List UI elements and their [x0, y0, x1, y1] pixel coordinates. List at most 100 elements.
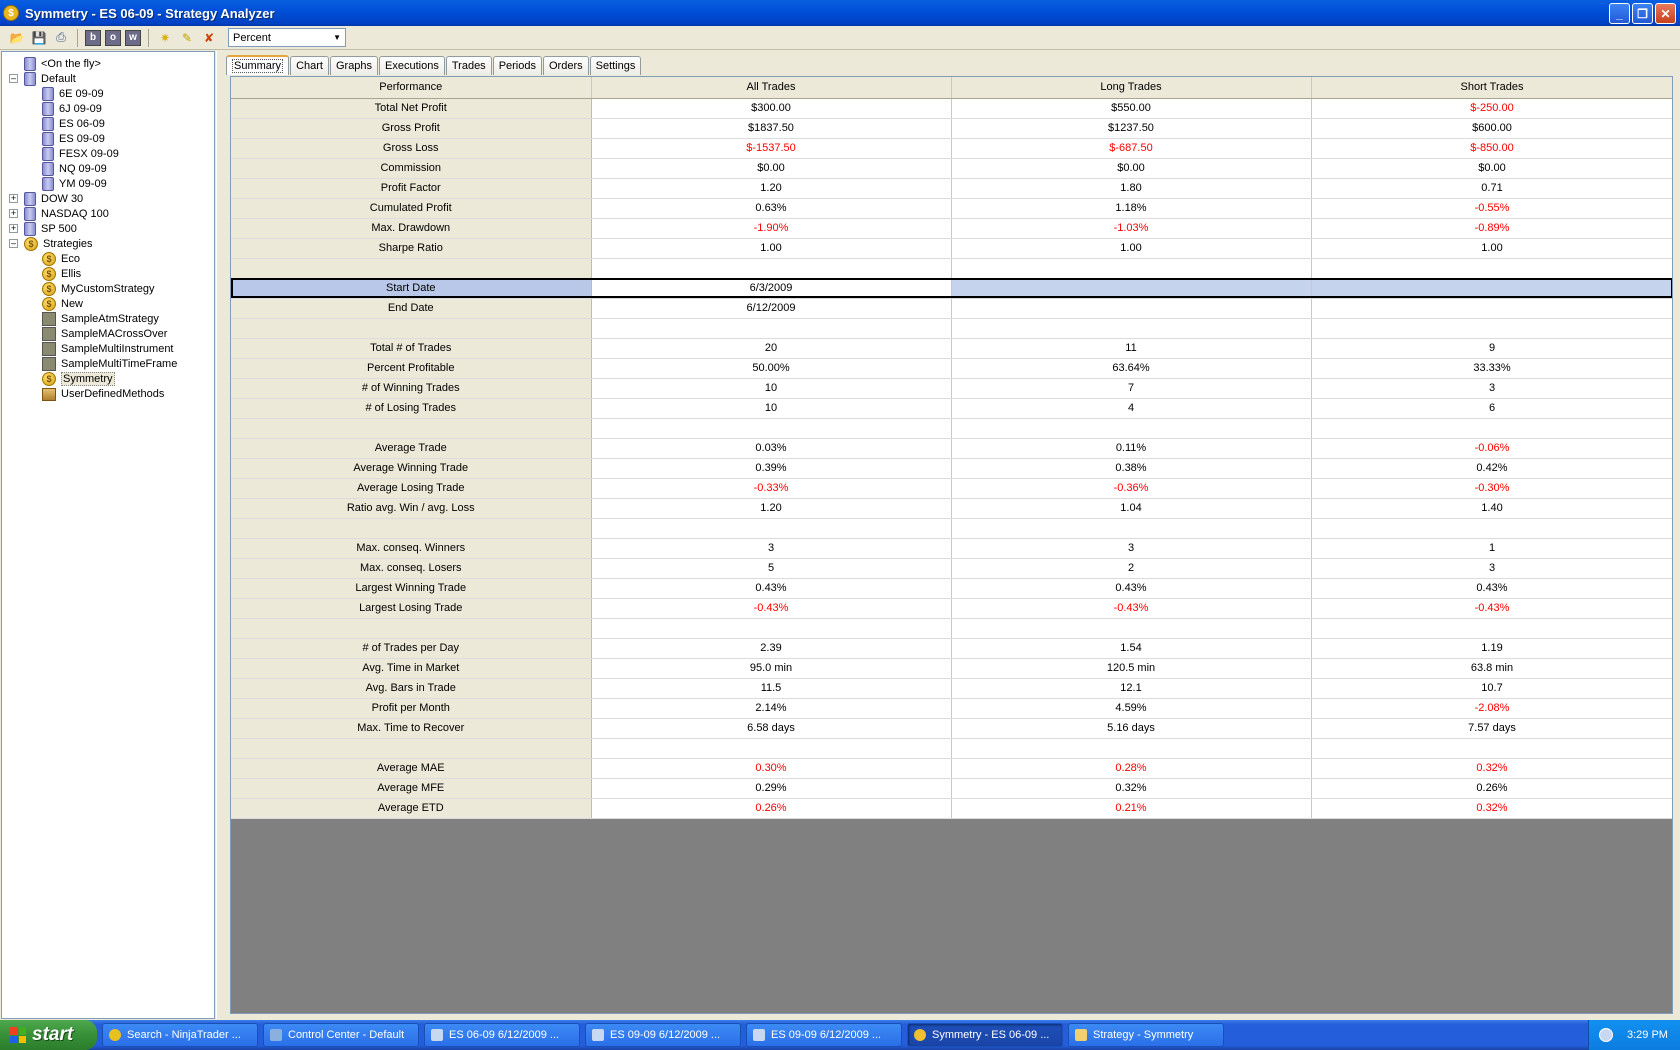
tree-item-nq-09-09[interactable]: NQ 09-09: [42, 161, 107, 177]
tree-item-strategies[interactable]: $ Strategies: [24, 236, 93, 252]
table-row[interactable]: Percent Profitable 50.00% 63.64% 33.33%: [231, 358, 1672, 379]
taskbar-button-es-09-09-6-12-2009[interactable]: ES 09-09 6/12/2009 ...: [585, 1023, 741, 1047]
tree-item-fesx-09-09[interactable]: FESX 09-09: [42, 146, 119, 162]
tree-item-nasdaq-100[interactable]: NASDAQ 100: [24, 206, 109, 222]
open-icon[interactable]: 📂: [8, 29, 26, 47]
delete-icon[interactable]: ✘: [200, 29, 218, 47]
tab-chart[interactable]: Chart: [290, 56, 329, 75]
cell-all-trades: 0.26%: [591, 798, 952, 819]
tab-orders[interactable]: Orders: [542, 56, 589, 75]
table-row[interactable]: Ratio avg. Win / avg. Loss 1.20 1.04 1.40: [231, 498, 1672, 519]
column-header-all-trades[interactable]: All Trades: [591, 77, 952, 99]
table-row[interactable]: # of Losing Trades 10 4 6: [231, 398, 1672, 419]
tree-item-default[interactable]: Default: [24, 71, 76, 87]
taskbar-button-control-center-default[interactable]: Control Center - Default: [263, 1023, 419, 1047]
table-row[interactable]: Total # of Trades 20 11 9: [231, 338, 1672, 359]
table-row[interactable]: Avg. Time in Market 95.0 min 120.5 min 63.8…: [231, 658, 1672, 679]
table-row[interactable]: Gross Profit $1837.50 $1237.50 $600.00: [231, 118, 1672, 139]
table-row[interactable]: Cumulated Profit 0.63% 1.18% -0.55%: [231, 198, 1672, 219]
tab-executions[interactable]: Executions: [379, 56, 445, 75]
o-icon[interactable]: o: [105, 29, 121, 46]
tree-item-6e-09-09[interactable]: 6E 09-09: [42, 86, 104, 102]
tree-item-eco[interactable]: $ Eco: [42, 251, 80, 267]
table-row[interactable]: Start Date 6/3/2009: [231, 278, 1672, 299]
table-row[interactable]: Average Trade 0.03% 0.11% -0.06%: [231, 438, 1672, 459]
tree-item-symmetry[interactable]: $ Symmetry: [42, 371, 115, 387]
table-row[interactable]: Profit per Month 2.14% 4.59% -2.08%: [231, 698, 1672, 719]
tree-item-samplemacrossover[interactable]: SampleMACrossOver: [42, 326, 167, 342]
tab-settings[interactable]: Settings: [589, 56, 642, 75]
tree-item-ellis[interactable]: $ Ellis: [42, 266, 81, 282]
collapse-toggle-default[interactable]: –: [9, 74, 18, 83]
column-header-short-trades[interactable]: Short Trades: [1311, 77, 1672, 99]
table-row[interactable]: Max. Drawdown -1.90% -1.03% -0.89%: [231, 218, 1672, 239]
panel-splitter[interactable]: [216, 51, 222, 1019]
table-row[interactable]: # of Winning Trades 10 7 3: [231, 378, 1672, 399]
table-row[interactable]: Largest Winning Trade 0.43% 0.43% 0.43%: [231, 578, 1672, 599]
tree-item-dow-30[interactable]: DOW 30: [24, 191, 83, 207]
column-header-long-trades[interactable]: Long Trades: [951, 77, 1312, 99]
table-row[interactable]: Max. conseq. Losers 5 2 3: [231, 558, 1672, 579]
tree-item-samplemultitimeframe[interactable]: SampleMultiTimeFrame: [42, 356, 177, 372]
tab-periods[interactable]: Periods: [492, 56, 542, 75]
row-label: Average Trade: [231, 438, 592, 459]
b-icon[interactable]: b: [85, 29, 101, 46]
taskbar-button-strategy-symmetry[interactable]: Strategy - Symmetry: [1068, 1023, 1224, 1047]
tree-item-ym-09-09[interactable]: YM 09-09: [42, 176, 107, 192]
tree-item-samplemultiinstrument[interactable]: SampleMultiInstrument: [42, 341, 174, 357]
tree-item-sampleatmstrategy[interactable]: SampleAtmStrategy: [42, 311, 159, 327]
cell-all-trades: 5: [591, 558, 952, 579]
title-bar[interactable]: $ Symmetry - ES 06-09 - Strategy Analyze…: [0, 0, 1680, 26]
column-header-performance[interactable]: Performance: [231, 77, 592, 99]
table-row[interactable]: Average Winning Trade 0.39% 0.38% 0.42%: [231, 458, 1672, 479]
wand-icon[interactable]: ✎: [178, 29, 196, 47]
table-row[interactable]: Average Losing Trade -0.33% -0.36% -0.30%: [231, 478, 1672, 499]
expand-toggle-nasdaq-100[interactable]: +: [9, 209, 18, 218]
tree-item-sp-500[interactable]: SP 500: [24, 221, 77, 237]
save-icon[interactable]: 💾: [30, 29, 48, 47]
taskbar-button-search-ninjatrader[interactable]: Search - NinjaTrader ...: [102, 1023, 258, 1047]
expand-toggle-sp-500[interactable]: +: [9, 224, 18, 233]
table-row[interactable]: Largest Losing Trade -0.43% -0.43% -0.43%: [231, 598, 1672, 619]
table-row[interactable]: # of Trades per Day 2.39 1.54 1.19: [231, 638, 1672, 659]
taskbar-button-es-09-09-6-12-2009[interactable]: ES 09-09 6/12/2009 ...: [746, 1023, 902, 1047]
table-row[interactable]: Max. Time to Recover 6.58 days 5.16 days 7.…: [231, 718, 1672, 739]
tree-item-6j-09-09[interactable]: 6J 09-09: [42, 101, 102, 117]
tree-item-mycustomstrategy[interactable]: $ MyCustomStrategy: [42, 281, 155, 297]
table-row[interactable]: Average MFE 0.29% 0.32% 0.26%: [231, 778, 1672, 799]
maximize-button[interactable]: ❐: [1632, 3, 1653, 24]
table-row[interactable]: Sharpe Ratio 1.00 1.00 1.00: [231, 238, 1672, 259]
w-icon[interactable]: w: [125, 29, 141, 46]
table-row[interactable]: Profit Factor 1.20 1.80 0.71: [231, 178, 1672, 199]
table-row[interactable]: Avg. Bars in Trade 11.5 12.1 10.7: [231, 678, 1672, 699]
table-row[interactable]: Gross Loss $-1537.50 $-687.50 $-850.00: [231, 138, 1672, 159]
table-row[interactable]: Total Net Profit $300.00 $550.00 $-250.00: [231, 98, 1672, 119]
table-row[interactable]: End Date 6/12/2009: [231, 298, 1672, 319]
network-icon[interactable]: [1599, 1028, 1613, 1042]
tree-item-es-09-09[interactable]: ES 09-09: [42, 131, 105, 147]
start-button[interactable]: start: [0, 1020, 97, 1050]
collapse-toggle-strategies[interactable]: –: [9, 239, 18, 248]
table-row[interactable]: Max. conseq. Winners 3 3 1: [231, 538, 1672, 559]
sun-icon[interactable]: ✷: [156, 29, 174, 47]
app-icon[interactable]: $: [3, 5, 19, 21]
tree-item-es-06-09[interactable]: ES 06-09: [42, 116, 105, 132]
table-row[interactable]: Average ETD 0.26% 0.21% 0.32%: [231, 798, 1672, 819]
table-row[interactable]: Commission $0.00 $0.00 $0.00: [231, 158, 1672, 179]
tree-item-on-the-fly[interactable]: <On the fly>: [24, 56, 101, 72]
table-row[interactable]: Average MAE 0.30% 0.28% 0.32%: [231, 758, 1672, 779]
print-icon[interactable]: ⎙: [52, 29, 70, 47]
strategy-tree[interactable]: <On the fly> – Default 6E 09-09 6J 09-09 ES 0…: [1, 51, 215, 1019]
taskbar-button-es-06-09-6-12-2009[interactable]: ES 06-09 6/12/2009 ...: [424, 1023, 580, 1047]
tab-trades[interactable]: Trades: [445, 56, 492, 75]
tab-graphs[interactable]: Graphs: [329, 56, 379, 75]
tree-item-new[interactable]: $ New: [42, 296, 83, 312]
expand-toggle-dow-30[interactable]: +: [9, 194, 18, 203]
cell-short-trades: [1311, 518, 1672, 539]
taskbar-button-symmetry-es-06-09[interactable]: Symmetry - ES 06-09 ...: [907, 1023, 1063, 1047]
close-button[interactable]: ✕: [1655, 3, 1676, 24]
tab-summary[interactable]: Summary: [226, 55, 290, 75]
view-mode-select[interactable]: Percent ▼: [228, 28, 346, 47]
minimize-button[interactable]: _: [1609, 3, 1630, 24]
tree-item-userdefinedmethods[interactable]: UserDefinedMethods: [42, 386, 164, 402]
